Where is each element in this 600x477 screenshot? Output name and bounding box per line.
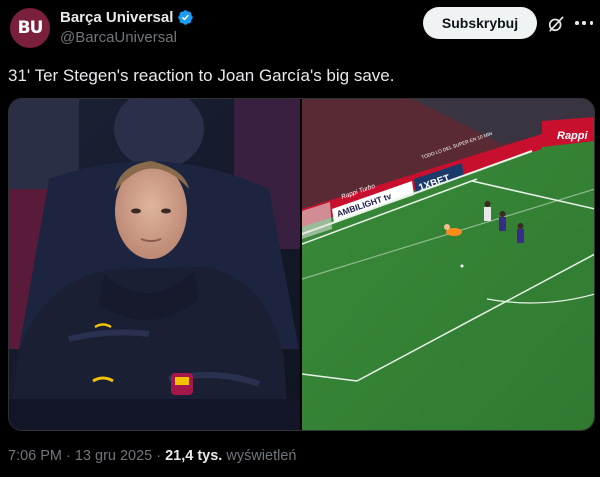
ad-rappi: Rappi	[557, 130, 589, 142]
views-label: wyświetleń	[226, 448, 297, 464]
tweet-header: BU Barça Universal @BarcaUniversal Subsk…	[0, 0, 600, 60]
media-grid[interactable]: Rappi AMBILIGHT tv 1XBET Rappi Turbo TOD…	[8, 98, 595, 431]
verified-badge-icon	[178, 10, 194, 25]
more-icon[interactable]	[575, 21, 593, 27]
tweet-text: 31' Ter Stegen's reaction to Joan García…	[8, 66, 395, 85]
tweet-meta: 7:06 PM · 13 gru 2025 · 21,4 tys. wyświe…	[8, 448, 296, 464]
goalkeeper-photo[interactable]	[9, 99, 300, 430]
separator: ·	[156, 448, 162, 464]
tweet-date[interactable]: 13 gru 2025	[75, 448, 152, 464]
views-count: 21,4 tys.	[165, 448, 223, 464]
tweet-time[interactable]: 7:06 PM	[8, 448, 62, 464]
name-row: Barça Universal	[60, 9, 194, 26]
separator: ·	[66, 448, 71, 464]
grok-icon[interactable]	[546, 14, 566, 34]
account-handle[interactable]: @BarcaUniversal	[60, 29, 177, 46]
avatar-text: BU	[17, 18, 44, 38]
display-name[interactable]: Barça Universal	[60, 9, 173, 26]
subscribe-button[interactable]: Subskrybuj	[423, 7, 537, 39]
pitch-photo[interactable]: Rappi AMBILIGHT tv 1XBET Rappi Turbo TOD…	[302, 99, 594, 430]
avatar[interactable]: BU	[10, 8, 50, 48]
